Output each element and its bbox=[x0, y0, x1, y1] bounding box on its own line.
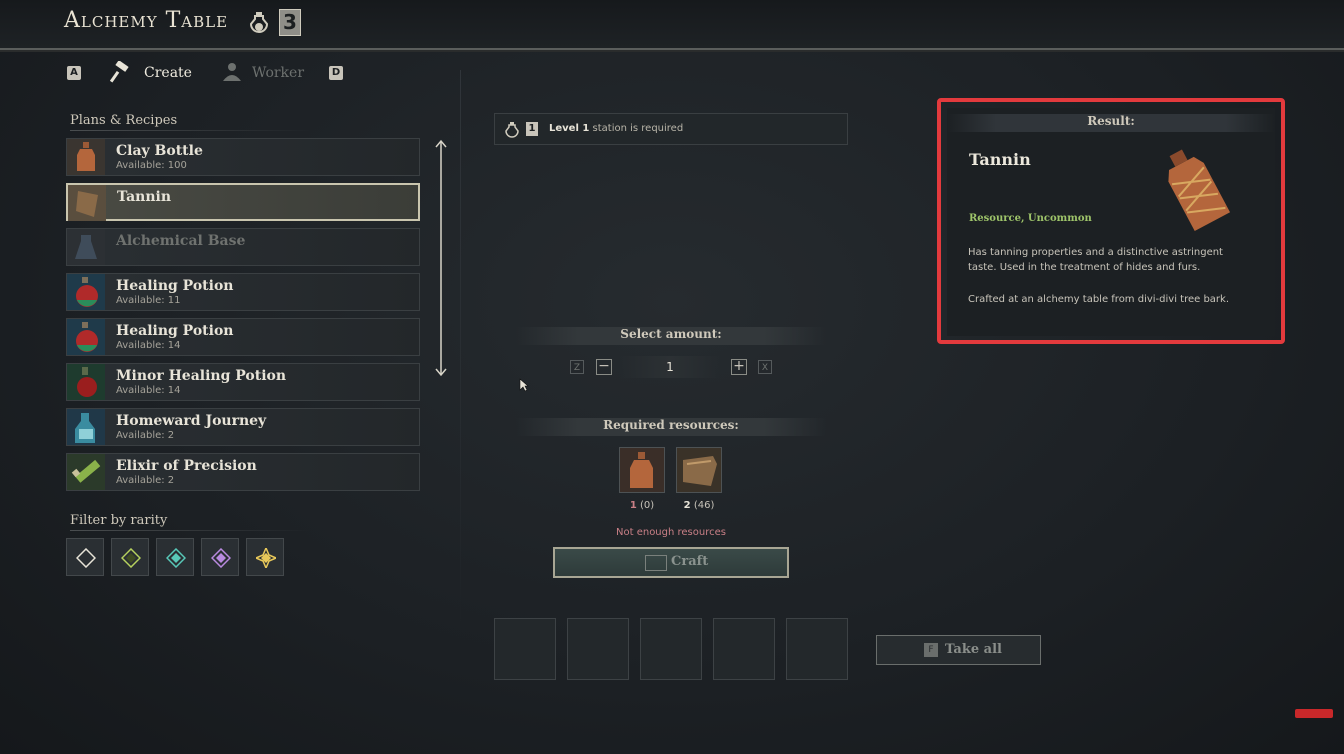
resource-count-clay-bottle: 1 (0) bbox=[619, 500, 665, 511]
take-all-button[interactable]: F Take all bbox=[876, 635, 1041, 665]
amount-label: Select amount: bbox=[516, 327, 826, 345]
recipe-available: Available: 11 bbox=[116, 295, 181, 306]
clay-bottle-icon bbox=[620, 448, 664, 492]
recipe-name: Homeward Journey bbox=[116, 413, 267, 429]
output-slot[interactable] bbox=[640, 618, 702, 680]
station-requirement: 1 Level 1 station is required bbox=[494, 113, 848, 145]
take-all-key: F bbox=[924, 643, 938, 657]
hammer-icon bbox=[110, 61, 129, 83]
increase-key[interactable]: X bbox=[758, 360, 772, 374]
resource-have: 1 bbox=[629, 500, 637, 511]
recipe-available: Available: 2 bbox=[116, 430, 175, 441]
resource-slot-clay-bottle[interactable] bbox=[619, 447, 665, 493]
minor-healing-potion-icon bbox=[67, 364, 105, 400]
not-enough-warning: Not enough resources bbox=[616, 527, 726, 538]
recipe-item-clay-bottle[interactable]: Clay Bottle Available: 100 bbox=[66, 138, 420, 176]
recipe-available: Available: 100 bbox=[116, 160, 187, 171]
output-slot[interactable] bbox=[713, 618, 775, 680]
recipe-name: Tannin bbox=[117, 189, 172, 205]
recipe-item-healing-potion-2[interactable]: Healing Potion Available: 14 bbox=[66, 318, 420, 356]
output-slot[interactable] bbox=[494, 618, 556, 680]
recipe-name: Healing Potion bbox=[116, 278, 234, 294]
diamond-legendary-icon bbox=[256, 548, 276, 568]
healing-potion-icon bbox=[67, 274, 105, 310]
healing-potion-icon bbox=[67, 319, 105, 355]
recipe-name: Clay Bottle bbox=[116, 143, 203, 159]
recipe-available: Available: 2 bbox=[116, 475, 175, 486]
take-all-label: Take all bbox=[945, 642, 1002, 657]
resource-need: (0) bbox=[639, 500, 655, 511]
rarity-rare-button[interactable] bbox=[156, 538, 194, 576]
rarity-common-button[interactable] bbox=[66, 538, 104, 576]
recipe-name: Alchemical Base bbox=[116, 233, 246, 249]
recipe-item-elixir-of-precision[interactable]: Elixir of Precision Available: 2 bbox=[66, 453, 420, 491]
highlight-frame bbox=[937, 98, 1285, 344]
worker-icon bbox=[223, 63, 241, 81]
requirement-level: Level 1 bbox=[549, 123, 590, 134]
elixir-icon bbox=[67, 454, 105, 490]
craft-button[interactable]: Craft bbox=[553, 547, 789, 578]
recipe-scrollbar[interactable] bbox=[434, 138, 448, 378]
recipe-item-minor-healing-potion[interactable]: Minor Healing Potion Available: 14 bbox=[66, 363, 420, 401]
recipe-item-healing-potion[interactable]: Healing Potion Available: 11 bbox=[66, 273, 420, 311]
top-bar: Alchemy Table 3 bbox=[0, 0, 1344, 50]
level-badge: 1 bbox=[526, 122, 538, 136]
recipe-available: Available: 14 bbox=[116, 385, 181, 396]
next-tab-key[interactable]: D bbox=[329, 66, 343, 80]
recipe-available: Available: 14 bbox=[116, 340, 181, 351]
tab-create[interactable]: Create bbox=[144, 65, 192, 81]
tab-worker[interactable]: Worker bbox=[252, 65, 304, 81]
subscribe-badge[interactable] bbox=[1295, 709, 1333, 718]
diamond-icon bbox=[76, 548, 96, 568]
diamond-epic-icon bbox=[211, 548, 231, 568]
output-slot[interactable] bbox=[567, 618, 629, 680]
decrease-button[interactable]: − bbox=[596, 359, 612, 375]
craft-label: Craft bbox=[671, 554, 709, 569]
increase-button[interactable]: + bbox=[731, 359, 747, 375]
amount-value: 1 bbox=[666, 360, 674, 374]
resource-slot-bark[interactable] bbox=[676, 447, 722, 493]
station-level-badge: 3 bbox=[279, 9, 301, 36]
alchemical-base-icon bbox=[67, 229, 105, 265]
rarity-epic-button[interactable] bbox=[201, 538, 239, 576]
output-slot[interactable] bbox=[786, 618, 848, 680]
flask-icon bbox=[249, 12, 269, 33]
recipes-section-title: Plans & Recipes bbox=[70, 113, 310, 131]
tannin-icon bbox=[68, 185, 106, 221]
mouse-cursor-icon bbox=[519, 378, 529, 392]
clay-bottle-icon bbox=[67, 139, 105, 175]
homeward-journey-icon bbox=[67, 409, 105, 445]
amount-field[interactable]: 1 bbox=[620, 356, 720, 378]
flask-icon bbox=[505, 122, 519, 138]
diamond-rare-icon bbox=[166, 548, 186, 568]
recipe-name: Healing Potion bbox=[116, 323, 234, 339]
rarity-legendary-button[interactable] bbox=[246, 538, 284, 576]
resource-need: (46) bbox=[693, 500, 715, 511]
recipe-item-homeward-journey[interactable]: Homeward Journey Available: 2 bbox=[66, 408, 420, 446]
resource-count-bark: 2 (46) bbox=[676, 500, 722, 511]
prev-tab-key[interactable]: A bbox=[67, 66, 81, 80]
diamond-uncommon-icon bbox=[121, 548, 141, 568]
recipe-name: Minor Healing Potion bbox=[116, 368, 287, 384]
resources-label: Required resources: bbox=[516, 418, 826, 436]
divi-bark-icon bbox=[677, 448, 721, 492]
filter-title: Filter by rarity bbox=[70, 513, 310, 531]
requirement-text: Level 1 station is required bbox=[549, 123, 683, 134]
recipe-item-alchemical-base[interactable]: Alchemical Base bbox=[66, 228, 420, 266]
column-divider bbox=[460, 70, 461, 630]
requirement-desc: station is required bbox=[592, 123, 684, 134]
resource-have: 2 bbox=[683, 500, 691, 511]
rarity-uncommon-button[interactable] bbox=[111, 538, 149, 576]
spacebar-key-icon bbox=[645, 555, 667, 571]
decrease-key[interactable]: Z bbox=[570, 360, 584, 374]
recipe-item-tannin[interactable]: Tannin bbox=[66, 183, 420, 221]
recipe-name: Elixir of Precision bbox=[116, 458, 257, 474]
page-title: Alchemy Table bbox=[64, 8, 229, 33]
